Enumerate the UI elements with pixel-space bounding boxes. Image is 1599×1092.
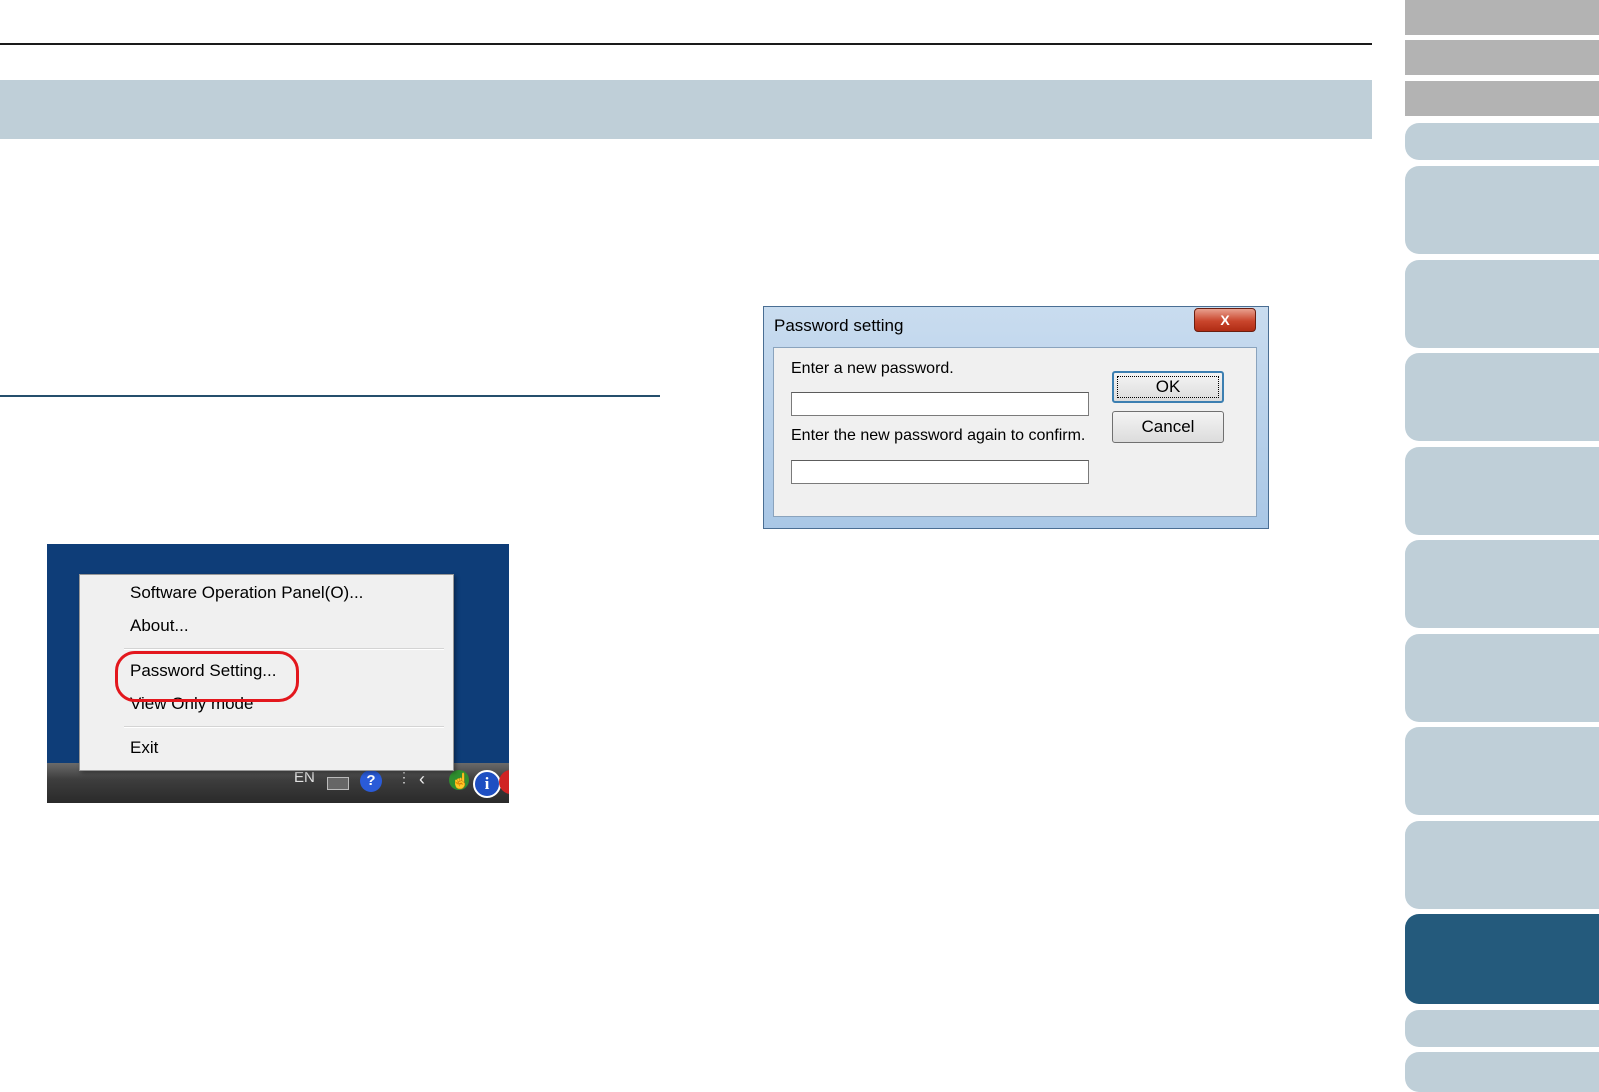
keyboard-icon[interactable] <box>327 777 349 790</box>
nav-tab-11[interactable] <box>1405 727 1599 815</box>
dialog-title: Password setting <box>774 316 904 335</box>
info-icon[interactable]: i <box>473 770 501 798</box>
nav-tab-4[interactable] <box>1405 123 1599 160</box>
confirm-password-input[interactable] <box>791 460 1089 484</box>
header-rule <box>0 43 1372 45</box>
menu-item-software-operation-panel[interactable]: Software Operation Panel(O)... <box>130 583 363 603</box>
nav-tab-14[interactable] <box>1405 1010 1599 1047</box>
dialog-body: Enter a new password. Enter the new pass… <box>773 347 1257 517</box>
password-setting-dialog: Password setting X Enter a new password.… <box>763 306 1269 529</box>
tray-overflow-icon: ⋮ <box>397 769 411 785</box>
confirm-password-label: Enter the new password again to confirm. <box>791 427 1086 444</box>
taskbar-menu-screenshot: EN ? ⋮ ‹ ☝ i Software Operation Panel(O)… <box>47 544 509 803</box>
menu-item-exit[interactable]: Exit <box>130 738 158 758</box>
context-menu: Software Operation Panel(O)... About... … <box>79 574 454 771</box>
nav-tab-5[interactable] <box>1405 166 1599 254</box>
new-password-input[interactable] <box>791 392 1089 416</box>
nav-tab-3[interactable] <box>1405 81 1599 116</box>
nav-tab-2[interactable] <box>1405 40 1599 75</box>
nav-tab-10[interactable] <box>1405 634 1599 722</box>
nav-tab-7[interactable] <box>1405 353 1599 441</box>
cancel-button[interactable]: Cancel <box>1112 411 1224 443</box>
nav-tab-active[interactable] <box>1405 914 1599 1004</box>
nav-tab-15[interactable] <box>1405 1052 1599 1092</box>
ok-button[interactable]: OK <box>1112 371 1224 403</box>
nav-tab-8[interactable] <box>1405 447 1599 535</box>
close-button[interactable]: X <box>1194 308 1256 332</box>
nav-tab-9[interactable] <box>1405 540 1599 628</box>
subsection-rule <box>0 395 660 397</box>
menu-separator <box>124 648 444 650</box>
menu-separator <box>124 726 444 728</box>
cursor-hand-icon: ☝ <box>451 773 470 790</box>
chevron-left-icon[interactable]: ‹ <box>419 769 425 790</box>
red-tray-icon[interactable] <box>499 770 509 794</box>
new-password-label: Enter a new password. <box>791 360 954 377</box>
menu-item-about[interactable]: About... <box>130 616 189 636</box>
nav-tab-1[interactable] <box>1405 0 1599 35</box>
help-icon[interactable]: ? <box>360 770 382 792</box>
highlight-ring <box>115 651 299 702</box>
focus-ring <box>1117 376 1219 398</box>
section-title-band <box>0 80 1372 139</box>
language-indicator[interactable]: EN <box>294 769 315 786</box>
nav-tab-12[interactable] <box>1405 821 1599 909</box>
nav-tab-6[interactable] <box>1405 260 1599 348</box>
